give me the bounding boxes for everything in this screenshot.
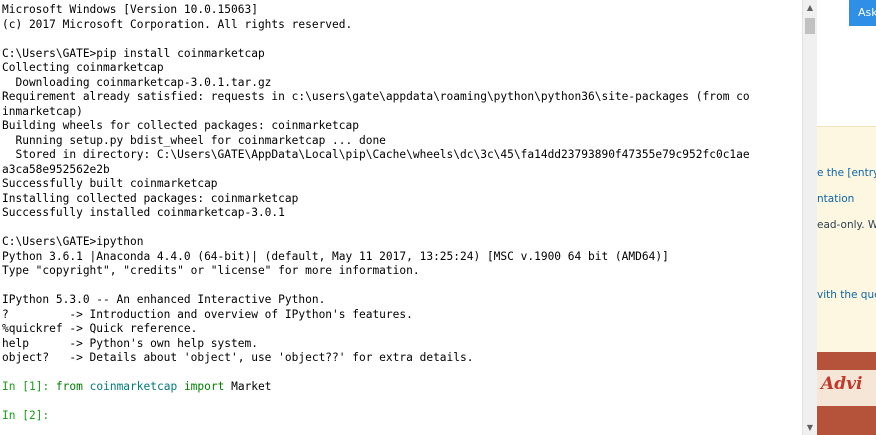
console-text-segment: ]: <box>35 409 50 422</box>
console-line: Successfully built coinmarketcap <box>2 177 800 192</box>
console-line: Downloading coinmarketcap-3.0.1.tar.gz <box>2 76 800 91</box>
console-line: C:\Users\GATE>ipython <box>2 235 800 250</box>
console-line: help -> Python's own help system. <box>2 337 800 352</box>
console-output[interactable]: Microsoft Windows [Version 10.0.15063] (c… <box>2 3 800 424</box>
console-text-segment: coinmarketcap <box>89 380 178 393</box>
console-text-segment: Collecting coinmarketcap <box>2 61 164 74</box>
console-line: inmarketcap) <box>2 105 800 120</box>
console-line: Successfully installed coinmarketcap-3.0… <box>2 206 800 221</box>
console-text-segment: import <box>183 380 225 393</box>
console-line: In [1]: from coinmarketcap import Market <box>2 380 800 395</box>
console-line: ? -> Introduction and overview of IPytho… <box>2 308 800 323</box>
console-text-segment: Stored in directory: C:\Users\GATE\AppDa… <box>2 148 750 161</box>
read-only-text: ead-only. Wh <box>817 219 876 231</box>
console-text-segment: object? -> Details about 'object', use '… <box>2 351 474 364</box>
console-text-segment: Successfully installed coinmarketcap-3.0… <box>2 206 285 219</box>
console-text-segment: Requirement already satisfied: requests … <box>2 90 750 103</box>
console-text-segment <box>177 380 184 393</box>
console-text-segment: Market <box>224 380 272 393</box>
console-text-segment: IPython 5.3.0 -- An enhanced Interactive… <box>2 293 326 306</box>
console-text-segment: Python 3.6.1 |Anaconda 4.4.0 (64-bit)| (… <box>2 249 669 263</box>
console-text-segment: ]: <box>35 380 56 393</box>
console-line: Requirement already satisfied: requests … <box>2 90 800 105</box>
console-text-segment: Running setup.py bdist_wheel for coinmar… <box>2 133 386 147</box>
console-line: Type "copyright", "credits" or "license"… <box>2 264 800 279</box>
console-text-segment: Installing collected packages: coinmarke… <box>2 191 299 205</box>
console-line: (c) 2017 Microsoft Corporation. All righ… <box>2 18 800 33</box>
console-text-segment: In [ <box>2 409 29 422</box>
screen: Microsoft Windows [Version 10.0.15063] (c… <box>0 0 876 435</box>
entry-link-text[interactable]: e the [entry] <box>817 167 876 179</box>
console-text-segment: Downloading coinmarketcap-3.0.1.tar.gz <box>2 75 272 89</box>
vertical-scrollbar[interactable]: ▲ ▼ <box>802 0 817 435</box>
console-text-segment: Type "copyright", "credits" or "license"… <box>2 264 420 277</box>
ask-question-button[interactable]: Ask <box>849 0 876 26</box>
console-line: %quickref -> Quick reference. <box>2 322 800 337</box>
console-line: a3ca58e952562e2b <box>2 163 800 178</box>
info-notice-box: e the [entry] ntation ead-only. Wh vith … <box>817 126 876 353</box>
console-line: Python 3.6.1 |Anaconda 4.4.0 (64-bit)| (… <box>2 250 800 265</box>
advertisement-banner[interactable]: Advi <box>817 352 876 435</box>
console-line: IPython 5.3.0 -- An enhanced Interactive… <box>2 293 800 308</box>
console-text-segment: C:\Users\GATE>pip install coinmarketcap <box>2 46 265 60</box>
console-text-segment: Building wheels for collected packages: … <box>2 119 359 132</box>
console-text-segment: help -> Python's own help system. <box>2 336 258 350</box>
console-text-segment: (c) 2017 Microsoft Corporation. All righ… <box>2 17 353 31</box>
scrollbar-thumb[interactable] <box>805 18 815 34</box>
console-text-segment: a3ca58e952562e2b <box>2 162 110 176</box>
console-text-segment: Successfully built coinmarketcap <box>2 177 218 190</box>
command-prompt-window[interactable]: Microsoft Windows [Version 10.0.15063] (c… <box>0 0 802 435</box>
console-line: Microsoft Windows [Version 10.0.15063] <box>2 3 800 18</box>
scroll-up-arrow-icon[interactable]: ▲ <box>803 0 817 15</box>
console-text-segment: from <box>55 380 83 393</box>
console-line: Installing collected packages: coinmarke… <box>2 192 800 207</box>
console-text-segment: 1 <box>28 380 36 393</box>
ad-text: Advi <box>821 374 863 394</box>
console-text-segment: inmarketcap) <box>2 104 83 118</box>
console-line: object? -> Details about 'object', use '… <box>2 351 800 366</box>
question-link-text[interactable]: vith the ques <box>817 289 876 301</box>
documentation-link-text[interactable]: ntation <box>817 193 854 205</box>
console-text-segment: ? -> Introduction and overview of IPytho… <box>2 307 413 321</box>
scroll-down-arrow-icon[interactable]: ▼ <box>803 420 817 435</box>
console-line: Running setup.py bdist_wheel for coinmar… <box>2 134 800 149</box>
console-line: In [2]: <box>2 409 800 424</box>
console-text-segment: In [ <box>2 380 29 393</box>
console-line: Collecting coinmarketcap <box>2 61 800 76</box>
console-text-segment: %quickref -> Quick reference. <box>2 322 198 335</box>
background-browser-page: Ask e the [entry] ntation ead-only. Wh v… <box>817 0 876 435</box>
console-text-segment: 2 <box>28 409 36 422</box>
console-text-segment <box>83 380 90 393</box>
console-line: Building wheels for collected packages: … <box>2 119 800 134</box>
console-line: C:\Users\GATE>pip install coinmarketcap <box>2 47 800 62</box>
console-text-segment: Microsoft Windows [Version 10.0.15063] <box>2 3 258 16</box>
console-line: Stored in directory: C:\Users\GATE\AppDa… <box>2 148 800 163</box>
console-text-segment: C:\Users\GATE>ipython <box>2 235 144 248</box>
